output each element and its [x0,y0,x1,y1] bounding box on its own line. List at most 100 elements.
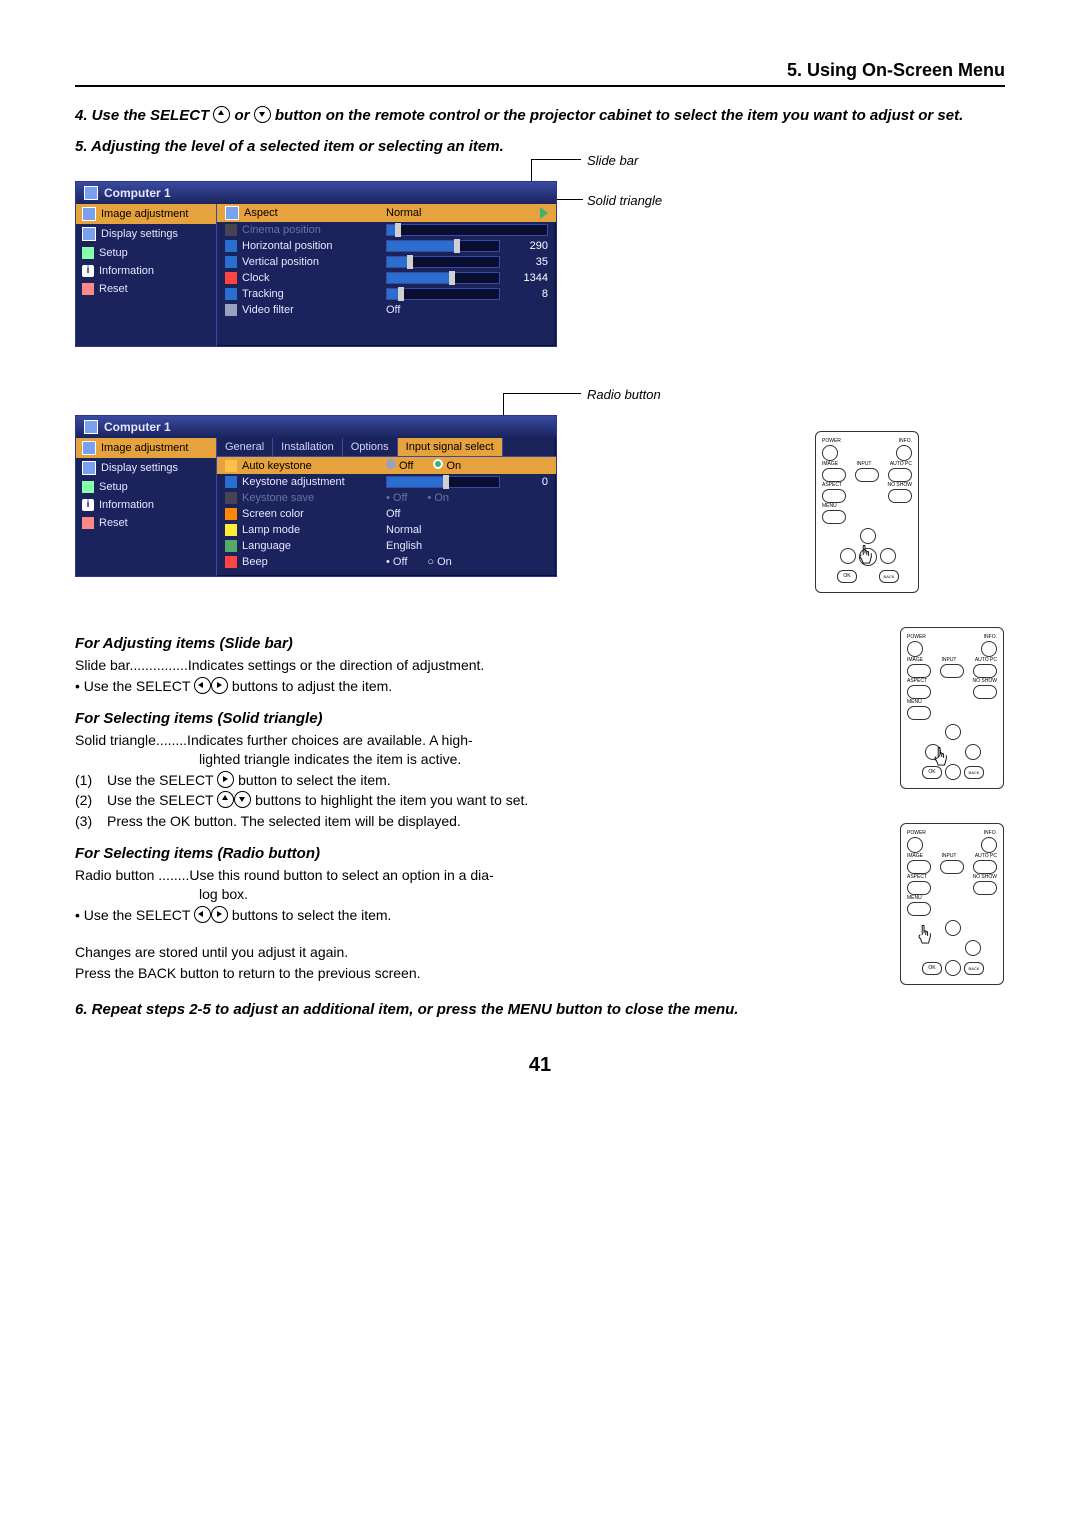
osd-row-clock[interactable]: Clock 1344 [217,270,556,286]
slider[interactable] [386,272,500,284]
tri-step-2: (2)Use the SELECT buttons to highlight t… [75,791,675,810]
select-left-icon [194,677,211,694]
body-two-col: For Adjusting items (Slide bar) Slide ba… [75,621,1005,985]
radio-off: • Off [386,492,407,504]
radio-off[interactable]: Off [386,459,413,472]
osd-row-screen-color[interactable]: Screen color Off [217,506,556,522]
select-up-icon [213,106,230,123]
setup-icon [82,481,94,493]
slide-bar-description: Slide bar...............Indicates settin… [75,656,675,675]
screencolor-icon [225,508,237,520]
remote-diagram-2: POWERINFO. IMAGEINPUTAUTO PC ASPECTNO SH… [900,627,1004,789]
sidebar-label: Reset [99,283,128,295]
sidebar-item-information[interactable]: i Information [76,496,216,514]
tri-step-3: (3)Press the OK button. The selected ite… [75,812,675,831]
hand-pointer-icon [856,544,874,566]
tab-installation[interactable]: Installation [273,438,343,456]
aspect-button [822,489,846,503]
radio-on[interactable]: ○ On [427,556,451,568]
remote-menu-label: MENU [907,700,922,705]
osd-row-aspect[interactable]: Aspect Normal [217,204,556,222]
keysave-icon [225,492,237,504]
sidebar-item-information[interactable]: iInformation [76,262,216,280]
image-adjust-icon [82,441,96,455]
osd-row-tracking[interactable]: Tracking 8 [217,286,556,302]
dpad-left [840,548,856,564]
remote-info-label: INFO. [984,635,997,640]
osd-row-vertical-position[interactable]: Vertical position 35 [217,254,556,270]
osd-row-auto-keystone[interactable]: Auto keystone Off On [217,457,556,474]
info-icon: i [82,499,94,511]
osd2-tabs: General Installation Options Input signa… [217,438,556,457]
aspect-button [907,881,931,895]
row-label: Video filter [242,304,294,316]
slider[interactable] [386,476,500,488]
sidebar-label: Information [99,499,154,511]
slider[interactable] [386,240,500,252]
select-down-icon [254,106,271,123]
remote-input-label: INPUT [941,658,956,663]
sidebar-item-reset[interactable]: Reset [76,280,216,298]
radio-off-label: Off [399,460,413,472]
sidebar-item-image-adjustment[interactable]: Image adjustment [76,438,216,458]
sidebar-label: Image adjustment [101,442,188,454]
osd-row-cinema-position: Cinema position [217,222,556,238]
osd-row-language[interactable]: Language English [217,538,556,554]
osd1-title: Computer 1 [76,182,556,204]
radio-on: • On [427,492,449,504]
osd-row-keystone-adjustment[interactable]: Keystone adjustment 0 [217,474,556,490]
osd1-title-text: Computer 1 [104,186,171,200]
tab-options[interactable]: Options [343,438,398,456]
row-label: Screen color [242,508,304,520]
row-value: Off [386,304,456,316]
sidebar-item-display-settings[interactable]: Display settings [76,224,216,244]
osd-row-horizontal-position[interactable]: Horizontal position 290 [217,238,556,254]
hand-pointer-icon [931,746,949,768]
sidebar-item-setup[interactable]: Setup [76,244,216,262]
slider[interactable] [386,256,500,268]
select-left-icon [194,906,211,923]
body-right: POWERINFO. IMAGEINPUTAUTO PC ASPECTNO SH… [900,621,1005,985]
radio-on[interactable]: On [433,459,461,472]
image-button [822,468,846,482]
tab-general[interactable]: General [217,438,273,456]
remote-info-label: INFO. [899,439,912,444]
osd-row-video-filter[interactable]: Video filter Off [217,302,556,318]
callout-radio-button: Radio button [587,387,661,402]
dpad-down [945,960,961,976]
row-label: Beep [242,556,268,568]
sidebar-item-reset[interactable]: Reset [76,514,216,532]
osd-row-lamp-mode[interactable]: Lamp mode Normal [217,522,556,538]
sidebar-label: Setup [99,481,128,493]
changes-stored-note: Changes are stored until you adjust it a… [75,943,675,962]
display-settings-icon [82,227,96,241]
input-button [855,468,879,482]
row-number: 290 [506,240,548,252]
callout-solid-triangle: Solid triangle [587,193,662,208]
radio-off[interactable]: • Off [386,556,407,568]
radio-button-description: Radio button ........Use this round butt… [75,866,675,904]
subhead-radio-button: For Selecting items (Radio button) [75,845,675,862]
row-label: Keystone save [242,492,314,504]
body-left: For Adjusting items (Slide bar) Slide ba… [75,621,675,985]
osd2-content: General Installation Options Input signa… [217,438,556,576]
select-right-icon [211,906,228,923]
osd-row-beep[interactable]: Beep • Off ○ On [217,554,556,570]
tri-step-3-text: Press the OK button. The selected item w… [107,812,461,831]
computer-icon [84,186,98,200]
remote-autopc-label: AUTO PC [975,854,997,859]
tab-input-signal-select[interactable]: Input signal select [398,438,503,456]
row-number: 8 [506,288,548,300]
remote-power-label: POWER [907,831,926,836]
vpos-icon [225,256,237,268]
sidebar-item-setup[interactable]: Setup [76,478,216,496]
lamp-icon [225,524,237,536]
remote-power-label: POWER [822,439,841,444]
sidebar-item-display-settings[interactable]: Display settings [76,458,216,478]
row-label: Vertical position [242,256,319,268]
slider[interactable] [386,288,500,300]
radio-on-label: On [446,460,461,472]
row-value: Normal [386,524,456,536]
subhead-slide-bar: For Adjusting items (Slide bar) [75,635,675,652]
sidebar-item-image-adjustment[interactable]: Image adjustment [76,204,216,224]
